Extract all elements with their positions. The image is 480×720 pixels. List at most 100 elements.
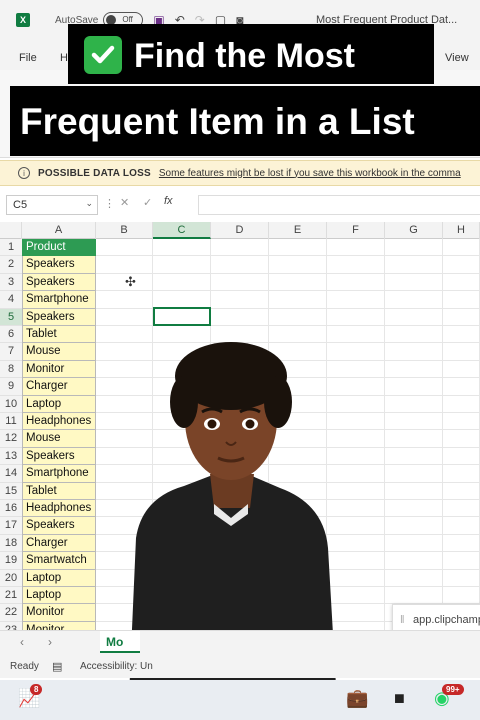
row-header[interactable]: 22 [0, 604, 22, 622]
macro-icon[interactable]: ▤ [52, 660, 62, 673]
empty-cell[interactable] [327, 256, 385, 274]
product-cell[interactable]: Smartphone [22, 465, 96, 483]
empty-cell[interactable] [443, 465, 480, 483]
empty-cell[interactable] [327, 239, 385, 257]
empty-cell[interactable] [443, 378, 480, 396]
tab-file[interactable]: File [19, 52, 37, 64]
product-cell[interactable]: Smartwatch [22, 552, 96, 570]
enter-icon[interactable]: ✓ [143, 196, 152, 209]
product-cell[interactable]: Laptop [22, 395, 96, 413]
empty-cell[interactable] [385, 552, 443, 570]
empty-cell[interactable] [443, 517, 480, 535]
product-cell[interactable]: Speakers [22, 308, 96, 326]
empty-cell[interactable] [269, 308, 327, 326]
empty-cell[interactable] [96, 308, 153, 326]
empty-cell[interactable] [443, 500, 480, 518]
empty-cell[interactable] [385, 395, 443, 413]
row-header[interactable]: 12 [0, 430, 22, 448]
column-header-e[interactable]: E [269, 222, 327, 239]
empty-cell[interactable] [96, 291, 153, 309]
product-cell[interactable]: Mouse [22, 430, 96, 448]
product-cell[interactable]: Speakers [22, 447, 96, 466]
product-cell[interactable]: Speakers [22, 256, 96, 274]
chevron-left-icon[interactable]: ‹ [20, 635, 24, 649]
empty-cell[interactable] [443, 395, 480, 413]
product-cell[interactable]: Monitor [22, 604, 96, 622]
product-cell[interactable]: Smartphone [22, 291, 96, 309]
empty-cell[interactable] [443, 569, 480, 587]
product-header-cell[interactable]: Product [22, 239, 96, 257]
empty-cell[interactable] [385, 291, 443, 309]
empty-cell[interactable] [269, 291, 327, 309]
window-icon[interactable]: ■ [394, 688, 405, 709]
empty-cell[interactable] [443, 326, 480, 344]
empty-cell[interactable] [385, 534, 443, 553]
row-header[interactable]: 4 [0, 291, 22, 309]
empty-cell[interactable] [443, 308, 480, 326]
empty-cell[interactable] [385, 517, 443, 535]
row-header[interactable]: 9 [0, 378, 22, 396]
empty-cell[interactable] [269, 256, 327, 274]
formula-input[interactable] [198, 195, 480, 215]
empty-cell[interactable] [327, 308, 385, 326]
row-header[interactable]: 2 [0, 256, 22, 274]
empty-cell[interactable] [443, 291, 480, 309]
empty-cell[interactable] [443, 343, 480, 361]
empty-cell[interactable] [385, 343, 443, 361]
row-header[interactable]: 5 [0, 308, 22, 326]
row-header[interactable]: 11 [0, 413, 22, 431]
empty-cell[interactable] [385, 326, 443, 344]
empty-cell[interactable] [385, 500, 443, 518]
row-header[interactable]: 14 [0, 465, 22, 483]
accessibility-status[interactable]: Accessibility: Un [80, 661, 170, 672]
column-header-c[interactable]: C [153, 222, 211, 239]
product-cell[interactable]: Tablet [22, 482, 96, 500]
empty-cell[interactable] [327, 291, 385, 309]
empty-cell[interactable] [96, 256, 153, 274]
column-header-d[interactable]: D [211, 222, 269, 239]
row-header[interactable]: 16 [0, 500, 22, 518]
selected-cell-c5[interactable] [153, 307, 211, 326]
empty-cell[interactable] [385, 273, 443, 292]
row-header[interactable]: 8 [0, 360, 22, 379]
column-header-f[interactable]: F [327, 222, 385, 239]
row-header[interactable]: 18 [0, 534, 22, 553]
row-header[interactable]: 7 [0, 343, 22, 361]
empty-cell[interactable] [211, 239, 269, 257]
empty-cell[interactable] [153, 256, 211, 274]
column-header-h[interactable]: H [443, 222, 480, 239]
empty-cell[interactable] [269, 273, 327, 292]
chevron-right-icon[interactable]: › [48, 635, 52, 649]
column-header-a[interactable]: A [22, 222, 96, 239]
product-cell[interactable]: Mouse [22, 343, 96, 361]
empty-cell[interactable] [153, 273, 211, 292]
empty-cell[interactable] [211, 256, 269, 274]
tab-home[interactable]: H [60, 52, 68, 64]
empty-cell[interactable] [385, 378, 443, 396]
product-cell[interactable]: Speakers [22, 273, 96, 292]
infobar-message[interactable]: Some features might be lost if you save … [159, 168, 461, 179]
row-header[interactable]: 10 [0, 395, 22, 413]
cancel-icon[interactable]: ✕ [120, 196, 129, 209]
product-cell[interactable]: Monitor [22, 360, 96, 379]
row-header[interactable]: 1 [0, 239, 22, 257]
empty-cell[interactable] [443, 447, 480, 466]
empty-cell[interactable] [443, 413, 480, 431]
empty-cell[interactable] [443, 360, 480, 379]
empty-cell[interactable] [385, 569, 443, 587]
empty-cell[interactable] [385, 413, 443, 431]
empty-cell[interactable] [443, 587, 480, 605]
insert-function-button[interactable]: fx [164, 195, 173, 207]
empty-cell[interactable] [443, 430, 480, 448]
column-header-b[interactable]: B [96, 222, 153, 239]
empty-cell[interactable] [385, 447, 443, 466]
row-header[interactable]: 17 [0, 517, 22, 535]
empty-cell[interactable] [327, 273, 385, 292]
product-cell[interactable]: Tablet [22, 326, 96, 344]
product-cell[interactable]: Speakers [22, 517, 96, 535]
empty-cell[interactable] [443, 239, 480, 257]
product-cell[interactable]: Charger [22, 378, 96, 396]
product-cell[interactable]: Charger [22, 534, 96, 553]
more-icon[interactable]: ⋮ [104, 197, 115, 210]
product-cell[interactable]: Laptop [22, 587, 96, 605]
